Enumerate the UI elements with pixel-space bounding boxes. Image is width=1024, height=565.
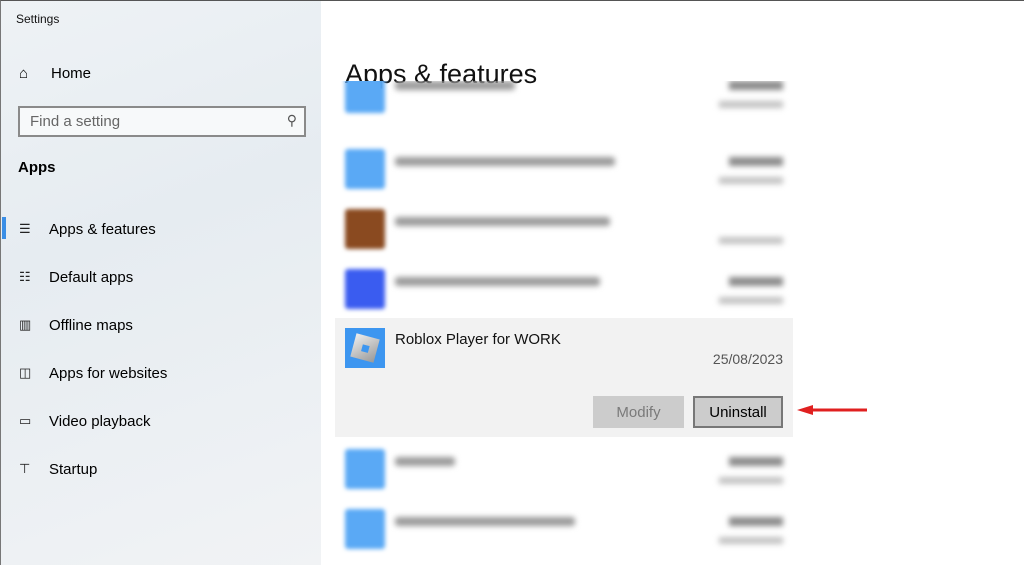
uninstall-button[interactable]: Uninstall bbox=[693, 396, 783, 428]
section-heading: Apps bbox=[18, 159, 56, 176]
blurred-app-name bbox=[395, 517, 575, 526]
blurred-app-name bbox=[395, 277, 600, 286]
blurred-app-date bbox=[719, 297, 783, 304]
blurred-app-date bbox=[719, 237, 783, 244]
sidebar-item-label: Offline maps bbox=[49, 316, 133, 334]
blurred-app-name bbox=[395, 457, 455, 466]
blurred-app-size bbox=[729, 517, 783, 526]
window-title: Settings bbox=[16, 12, 60, 26]
home-label: Home bbox=[51, 65, 92, 82]
selected-app-item[interactable]: Roblox Player for WORK 25/08/2023 Modify… bbox=[335, 318, 793, 437]
sidebar: Settings ⌂ Home Find a setting ⚲ Apps ☰ A… bbox=[0, 0, 321, 565]
roblox-icon bbox=[345, 328, 385, 368]
blurred-app-date bbox=[719, 537, 783, 544]
map-icon: ▥ bbox=[19, 317, 32, 332]
red-arrow-annotation-icon bbox=[797, 405, 867, 415]
blurred-app-size bbox=[729, 457, 783, 466]
home-icon: ⌂ bbox=[19, 65, 29, 82]
modify-button[interactable]: Modify bbox=[593, 396, 684, 428]
blurred-app-size bbox=[729, 81, 783, 90]
sidebar-item-label: Apps for websites bbox=[49, 364, 168, 382]
app-list-item[interactable] bbox=[335, 441, 793, 501]
sidebar-item-startup[interactable]: ⊤ Startup bbox=[1, 445, 322, 493]
blurred-app-name bbox=[395, 81, 515, 90]
sidebar-item-label: Apps & features bbox=[49, 220, 156, 238]
sidebar-nav: ☰ Apps & features ☷ Default apps ▥ Offline … bbox=[1, 205, 322, 493]
search-input[interactable]: Find a setting ⚲ bbox=[18, 106, 306, 137]
sidebar-item-apps-for-websites[interactable]: ◫ Apps for websites bbox=[1, 349, 322, 397]
blurred-app-size bbox=[729, 157, 783, 166]
app-name: Roblox Player for WORK bbox=[395, 331, 561, 348]
app-icon bbox=[345, 449, 385, 489]
sidebar-item-offline-maps[interactable]: ▥ Offline maps bbox=[1, 301, 322, 349]
blurred-app-date bbox=[719, 477, 783, 484]
blurred-app-name bbox=[395, 157, 615, 166]
search-placeholder: Find a setting bbox=[30, 113, 121, 130]
home-link[interactable]: ⌂ Home bbox=[19, 65, 91, 82]
blurred-app-date bbox=[719, 101, 783, 108]
app-date: 25/08/2023 bbox=[712, 351, 783, 367]
blurred-app-name bbox=[395, 217, 610, 226]
app-icon bbox=[345, 269, 385, 309]
list-icon: ☰ bbox=[19, 221, 31, 236]
app-icon bbox=[345, 149, 385, 189]
video-icon: ▭ bbox=[19, 413, 32, 428]
app-list-item[interactable] bbox=[335, 501, 793, 561]
app-list-item[interactable] bbox=[335, 141, 793, 201]
app-icon bbox=[345, 209, 385, 249]
sidebar-item-label: Video playback bbox=[49, 412, 151, 430]
app-list-item[interactable] bbox=[335, 201, 793, 261]
sidebar-item-label: Default apps bbox=[49, 268, 134, 286]
link-window-icon: ◫ bbox=[19, 365, 32, 380]
sidebar-item-label: Startup bbox=[49, 460, 98, 478]
sidebar-item-apps-features[interactable]: ☰ Apps & features bbox=[1, 205, 322, 253]
app-list-item[interactable] bbox=[335, 261, 793, 321]
sidebar-item-video-playback[interactable]: ▭ Video playback bbox=[1, 397, 322, 445]
app-icon bbox=[345, 81, 385, 113]
search-icon[interactable]: ⚲ bbox=[287, 112, 297, 129]
default-apps-icon: ☷ bbox=[19, 269, 31, 284]
main-panel: Apps & features Roblox Player for WORK 2… bbox=[321, 0, 1024, 565]
app-icon bbox=[345, 509, 385, 549]
app-list-item[interactable] bbox=[335, 81, 793, 125]
blurred-app-size bbox=[729, 277, 783, 286]
blurred-app-date bbox=[719, 177, 783, 184]
startup-icon: ⊤ bbox=[19, 461, 31, 476]
sidebar-item-default-apps[interactable]: ☷ Default apps bbox=[1, 253, 322, 301]
